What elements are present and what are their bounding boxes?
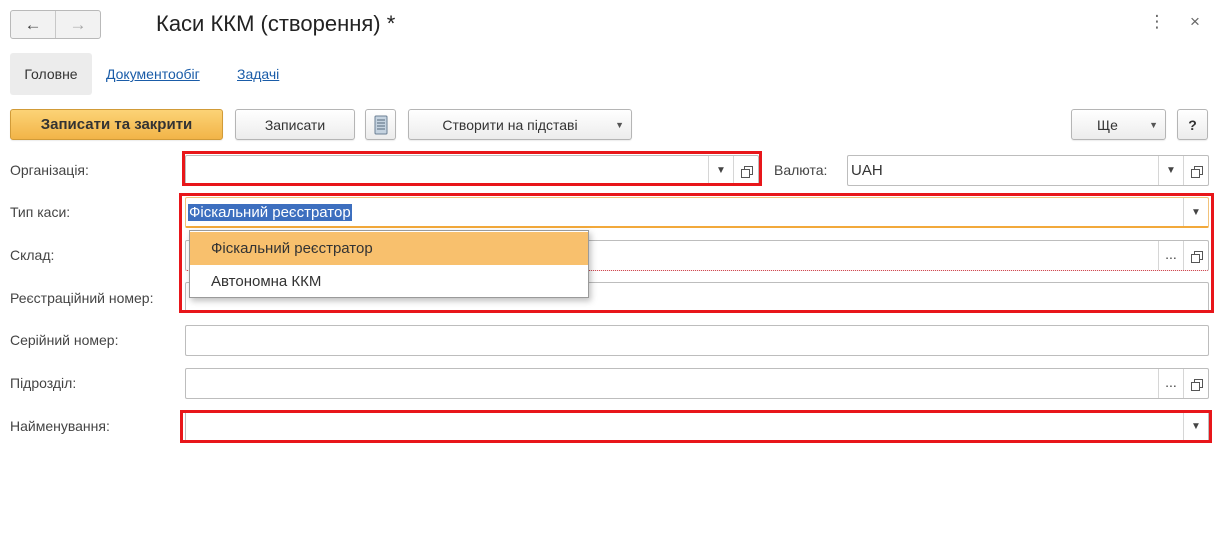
open-form-button[interactable] [1184, 156, 1208, 185]
currency-field[interactable]: UAH ▼ [847, 155, 1209, 186]
nav-arrows: ← → [10, 10, 101, 39]
department-field[interactable]: ... [185, 368, 1209, 399]
serial-number-label: Серійний номер: [10, 332, 119, 348]
annotation-highlight-name [180, 410, 1212, 443]
tab-main[interactable]: Головне [10, 53, 92, 95]
tab-tasks[interactable]: Задачі [237, 66, 279, 82]
document-list-icon [374, 115, 387, 134]
currency-label: Валюта: [774, 162, 828, 178]
save-button[interactable]: Записати [235, 109, 355, 140]
reg-number-label: Реєстраційний номер: [10, 290, 154, 306]
more-button[interactable]: Ще ▼ [1071, 109, 1166, 140]
annotation-highlight-organization [182, 151, 762, 186]
forward-arrow-icon[interactable]: → [56, 11, 100, 38]
select-ellipsis-button[interactable]: ... [1159, 365, 1183, 398]
chevron-down-icon: ▼ [1149, 120, 1158, 130]
back-arrow-icon[interactable]: ← [11, 11, 56, 38]
more-actions-icon[interactable]: ⋮ [1147, 12, 1167, 32]
open-window-icon [1191, 378, 1203, 391]
open-form-button[interactable] [1184, 369, 1208, 398]
tab-document-flow[interactable]: Документообіг [106, 66, 200, 82]
name-label: Найменування: [10, 418, 110, 434]
report-button[interactable] [365, 109, 396, 140]
chevron-down-icon: ▼ [615, 120, 624, 130]
help-button[interactable]: ? [1177, 109, 1208, 140]
warehouse-label: Склад: [10, 247, 55, 263]
organization-label: Організація: [10, 162, 89, 178]
create-based-on-label: Створити на підставі [442, 116, 578, 133]
open-window-icon [1191, 165, 1203, 178]
save-and-close-button[interactable]: Записати та закрити [10, 109, 223, 140]
chevron-down-icon[interactable]: ▼ [1159, 156, 1183, 185]
page-title: Каси ККМ (створення) * [156, 11, 396, 36]
department-label: Підрозділ: [10, 375, 77, 391]
currency-value: UAH [851, 162, 883, 179]
cash-type-label: Тип каси: [10, 204, 71, 220]
serial-number-field[interactable] [185, 325, 1209, 356]
annotation-highlight-cash-type [179, 193, 1214, 313]
create-based-on-button[interactable]: Створити на підставі ▼ [408, 109, 632, 140]
close-icon[interactable]: × [1185, 12, 1205, 32]
more-button-label: Ще [1097, 116, 1118, 133]
